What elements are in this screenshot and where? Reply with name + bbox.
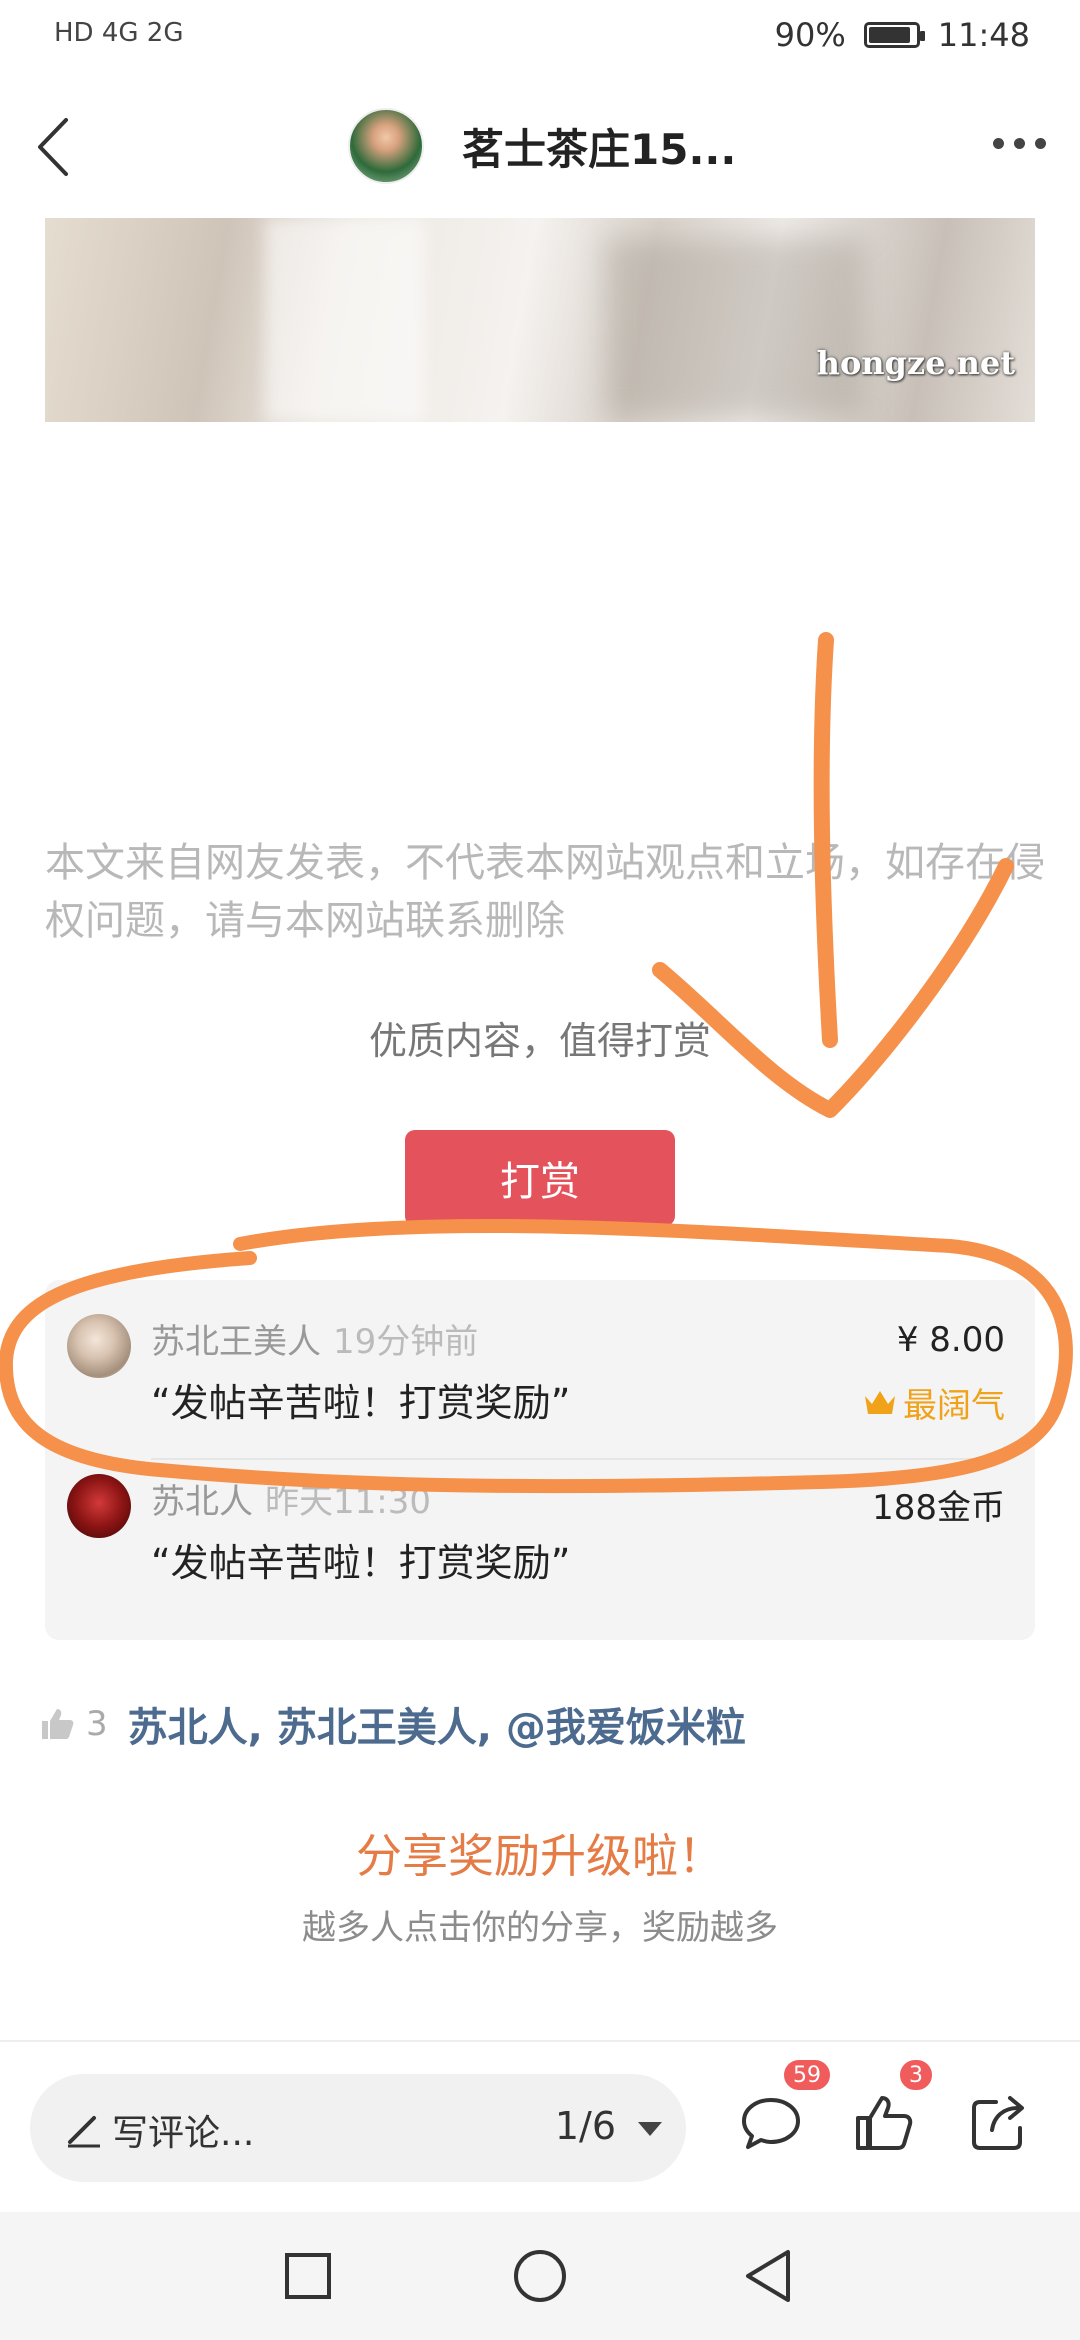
- comment-count-badge: 59: [782, 2058, 832, 2092]
- reward-row[interactable]: 苏北王美人 19分钟前 “发帖辛苦啦！打赏奖励” ¥ 8.00 最阔气: [45, 1280, 1035, 1460]
- reward-amount: ¥ 8.00: [896, 1320, 1005, 1360]
- likes-names[interactable]: 苏北人, 苏北王美人, @我爱饭米粒: [128, 1695, 746, 1753]
- top-header: 茗士茶庄15...: [0, 72, 1080, 220]
- thumbs-up-icon: [856, 2096, 913, 2150]
- avatar[interactable]: [67, 1474, 131, 1538]
- battery-icon: [863, 22, 925, 48]
- back-triangle-icon[interactable]: [742, 2248, 794, 2304]
- reward-time: 19分钟前: [333, 1322, 479, 1362]
- avatar[interactable]: [67, 1314, 131, 1378]
- more-button[interactable]: [993, 138, 1046, 149]
- badge-label: 最阔气: [903, 1386, 1005, 1426]
- network-indicators: HD 4G 2G: [54, 18, 184, 48]
- home-circle-icon[interactable]: [512, 2248, 568, 2304]
- share-subtitle: 越多人点击你的分享，奖励越多: [302, 1908, 778, 1948]
- clock: 11:48: [937, 16, 1030, 54]
- likes-row: 3 苏北人, 苏北王美人, @我爱饭米粒: [38, 1694, 746, 1754]
- comment-placeholder: 写评论...: [112, 2113, 255, 2154]
- battery-percent: 90%: [774, 16, 846, 54]
- reward-time: 昨天11:30: [265, 1482, 431, 1522]
- share-title[interactable]: 分享奖励升级啦！: [0, 1820, 1080, 1886]
- bottom-action-bar: 写评论... 1/6 59 3: [0, 2040, 1080, 2212]
- watermark: hongze.net: [816, 344, 1015, 382]
- comment-bubble-icon: [742, 2098, 800, 2149]
- reward-button[interactable]: 打赏: [405, 1130, 675, 1226]
- chevron-left-icon: [38, 118, 68, 176]
- status-bar: HD 4G 2G 90% 11:48: [0, 0, 1080, 72]
- author-avatar[interactable]: [348, 108, 424, 184]
- like-count-badge: 3: [898, 2058, 934, 2092]
- page-indicator[interactable]: 1/6: [555, 2104, 616, 2148]
- reward-amount: 188金币: [872, 1488, 1005, 1528]
- system-nav-bar: [0, 2212, 1080, 2340]
- post-image[interactable]: hongze.net: [45, 218, 1035, 422]
- comment-input[interactable]: 写评论... 1/6: [30, 2074, 686, 2182]
- share-icon: [972, 2096, 1024, 2150]
- likes-count: 3: [86, 1704, 108, 1744]
- back-button[interactable]: [28, 112, 88, 182]
- crown-icon: [865, 1390, 895, 1414]
- share-button[interactable]: [966, 2090, 1032, 2156]
- reward-row[interactable]: 苏北人 昨天11:30 “发帖辛苦啦！打赏奖励” 188金币: [45, 1460, 1035, 1636]
- disclaimer-text: 本文来自网友发表，不代表本网站观点和立场，如存在侵权问题，请与本网站联系删除: [45, 840, 1045, 944]
- like-button[interactable]: 3: [852, 2058, 934, 2156]
- comments-button[interactable]: 59: [738, 2058, 832, 2156]
- reward-user-name[interactable]: 苏北王美人: [151, 1322, 321, 1362]
- reward-message: “发帖辛苦啦！打赏奖励”: [151, 1541, 571, 1585]
- more-dots-icon: [993, 138, 1004, 149]
- quality-text: 优质内容，值得打赏: [368, 1019, 711, 1063]
- reward-list: 苏北王美人 19分钟前 “发帖辛苦啦！打赏奖励” ¥ 8.00 最阔气 苏北人 昨天…: [45, 1280, 1035, 1640]
- pencil-icon: [68, 2116, 100, 2148]
- reward-user-name[interactable]: 苏北人: [151, 1482, 253, 1522]
- page-title[interactable]: 茗士茶庄15...: [462, 116, 736, 177]
- reward-message: “发帖辛苦啦！打赏奖励”: [151, 1381, 571, 1425]
- recents-square-icon[interactable]: [284, 2252, 332, 2300]
- top-reward-badge: 最阔气: [863, 1378, 1005, 1427]
- caret-down-icon[interactable]: [638, 2122, 662, 2136]
- status-right: 90% 11:48: [775, 16, 1030, 54]
- thumbs-up-icon: [42, 1709, 74, 1739]
